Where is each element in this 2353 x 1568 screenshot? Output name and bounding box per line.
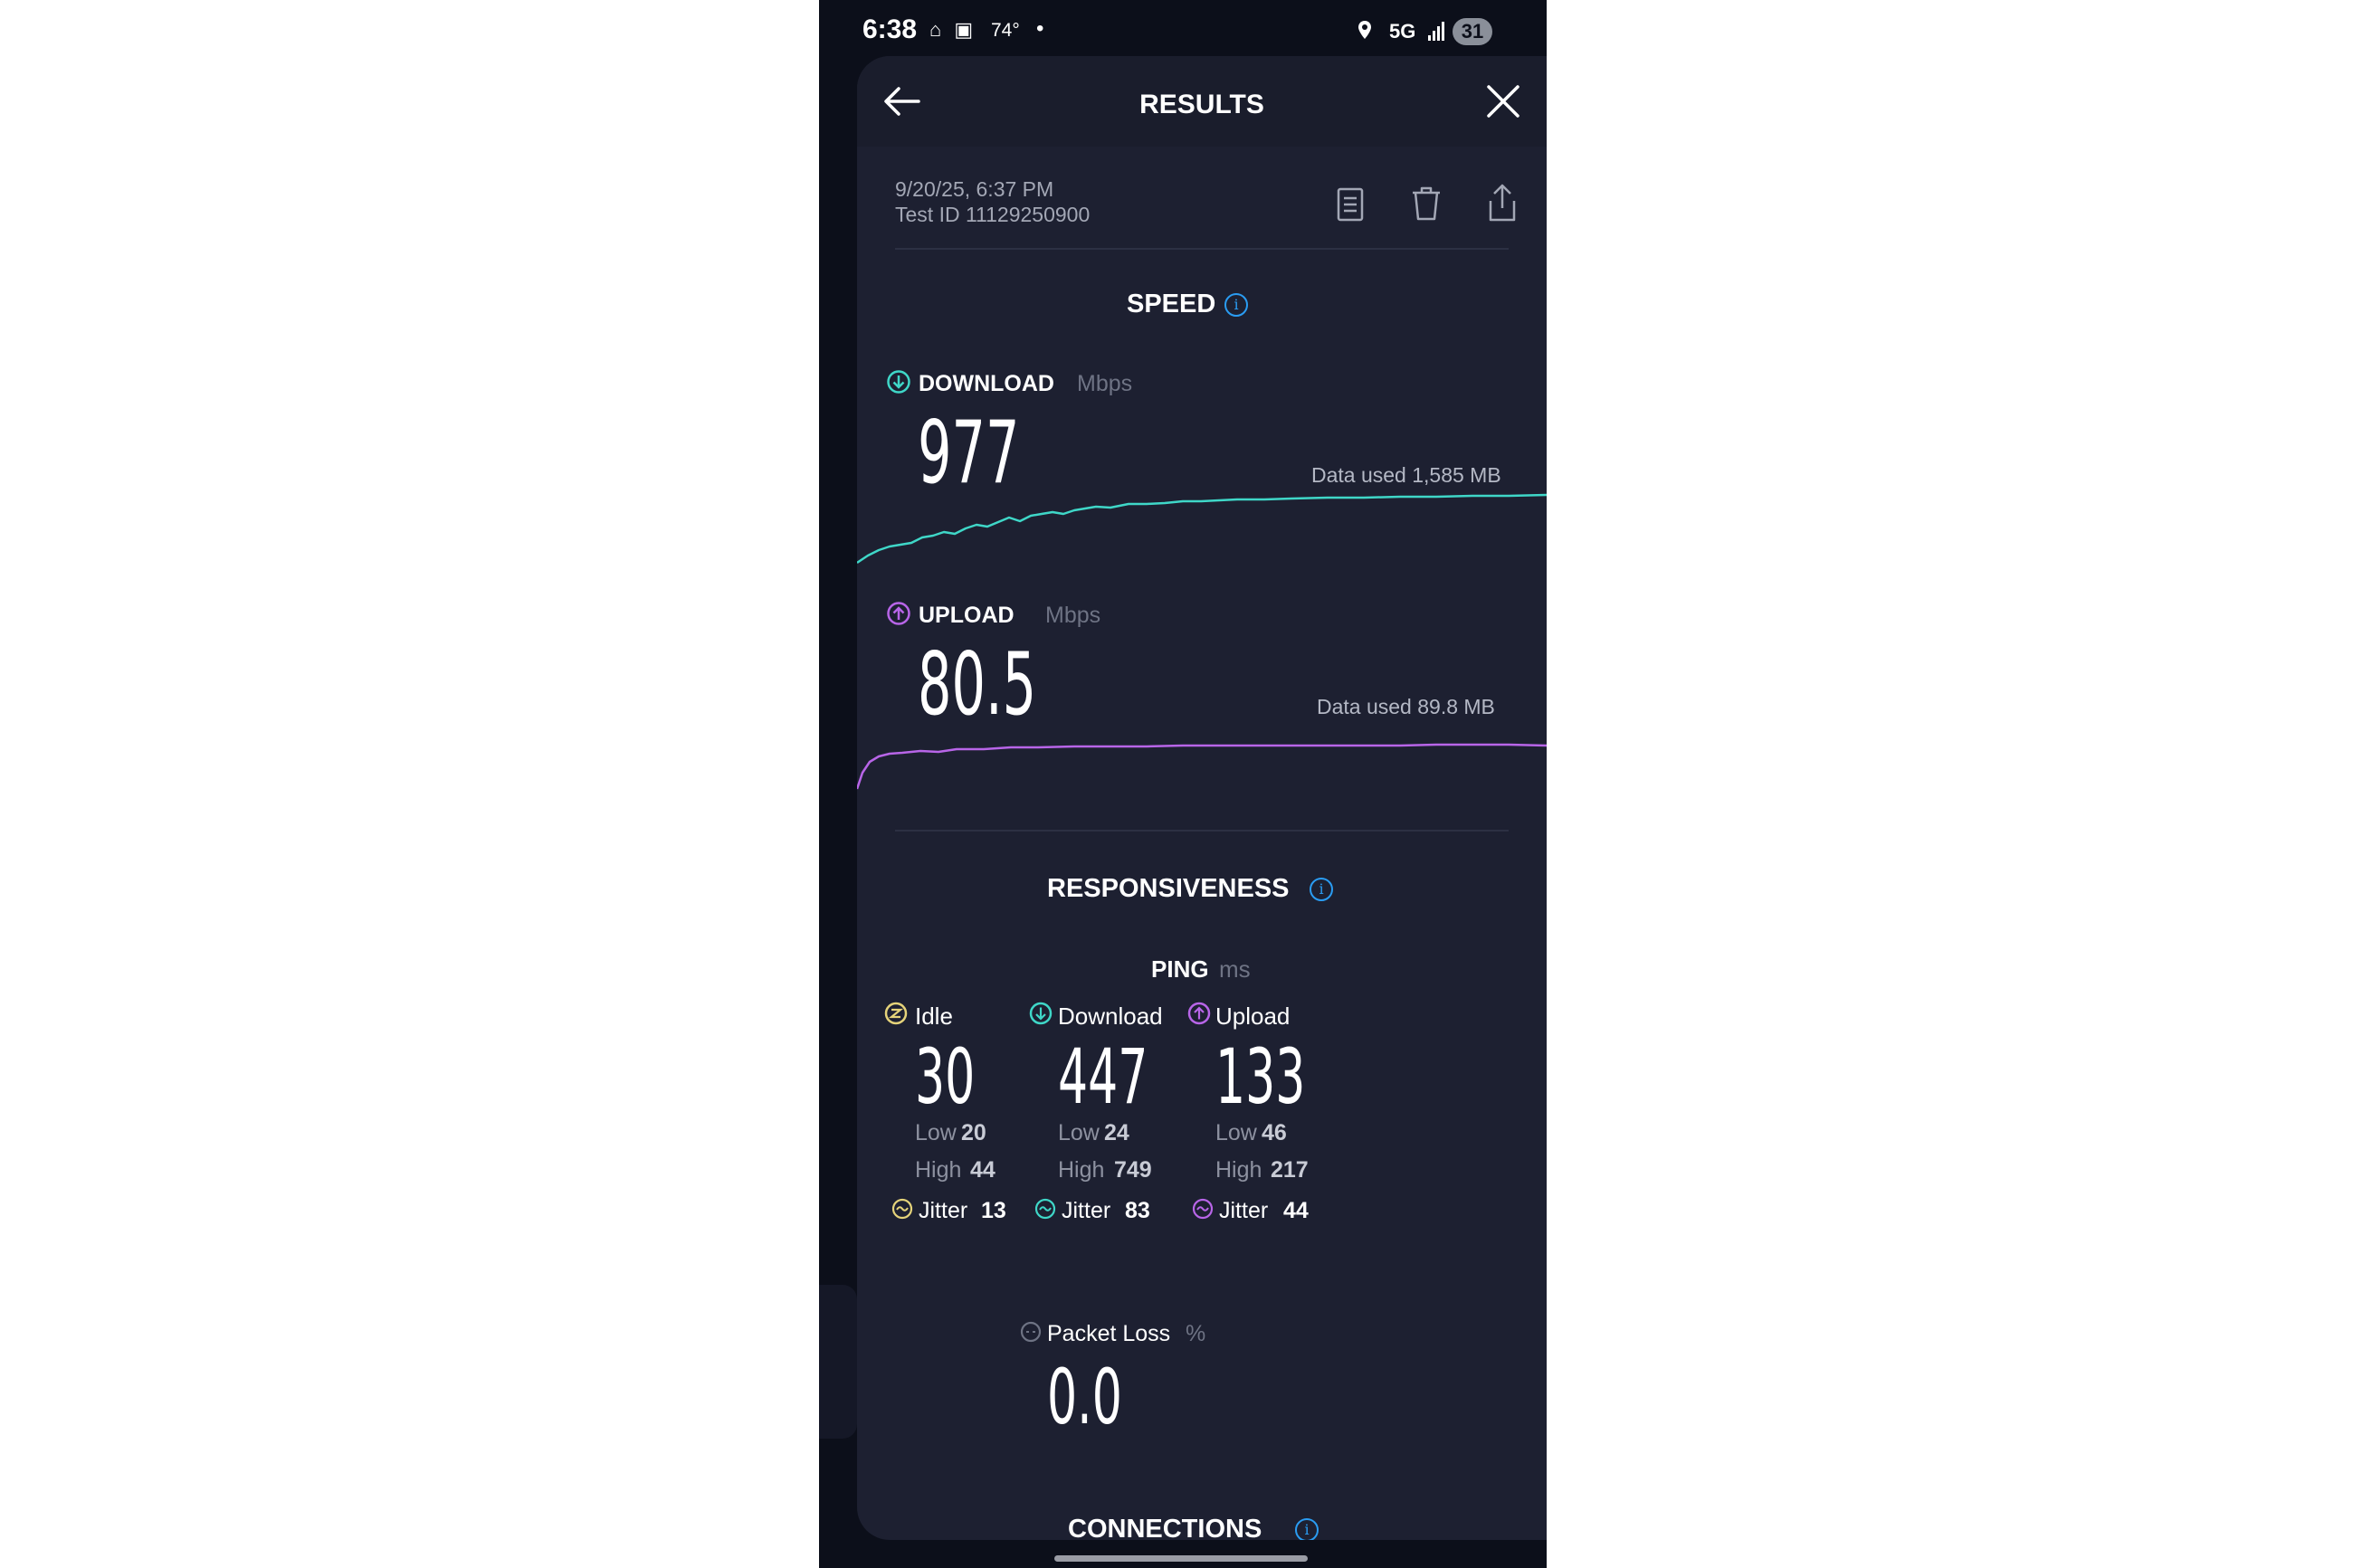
upload-jitter-value: 44	[1283, 1198, 1309, 1223]
idle-jitter-icon	[891, 1198, 913, 1220]
download-jitter-value: 83	[1125, 1198, 1150, 1223]
upload-ping-label: Upload	[1215, 1003, 1291, 1030]
results-header: RESULTS	[857, 56, 1547, 147]
upload-high-value: 217	[1271, 1157, 1309, 1183]
home-indicator[interactable]	[1054, 1555, 1308, 1562]
upload-high-label: High	[1215, 1157, 1262, 1183]
battery-indicator: 31	[1453, 18, 1492, 45]
network-type: 5G	[1389, 20, 1416, 43]
notification-icons: ⌂ ▣	[929, 18, 977, 41]
ping-label: PING	[1151, 955, 1209, 983]
download-low-label: Low	[1058, 1120, 1100, 1145]
packet-loss-value: 0.0	[1047, 1353, 1122, 1441]
responsiveness-title: RESPONSIVENESS	[1047, 874, 1290, 903]
idle-low-label: Low	[915, 1120, 957, 1145]
upload-icon	[887, 602, 910, 625]
packet-loss-label: Packet Loss	[1047, 1321, 1171, 1346]
divider	[895, 830, 1509, 832]
divider	[895, 248, 1509, 250]
background-app-edge	[819, 1285, 857, 1439]
status-time: 6:38	[862, 14, 918, 44]
packet-loss-icon	[1020, 1321, 1042, 1343]
connections-info-icon[interactable]: i	[1295, 1518, 1319, 1540]
download-ping-icon	[1029, 1002, 1053, 1025]
idle-high-label: High	[915, 1157, 962, 1183]
download-high-label: High	[1058, 1157, 1105, 1183]
download-jitter-icon	[1034, 1198, 1056, 1220]
upload-low-label: Low	[1215, 1120, 1257, 1145]
results-list-icon[interactable]	[1337, 187, 1364, 222]
connections-title: CONNECTIONS	[1068, 1515, 1262, 1540]
phone-screen: 6:38 ⌂ ▣ 74° • 5G 31 RESULTS 9/20/25, 6:…	[819, 0, 1547, 1568]
idle-jitter-label: Jitter	[919, 1198, 968, 1223]
trash-icon[interactable]	[1411, 185, 1442, 222]
idle-high-value: 44	[970, 1157, 996, 1183]
download-label: DOWNLOAD	[919, 371, 1054, 396]
status-bar: 6:38 ⌂ ▣ 74° • 5G 31	[819, 0, 1547, 63]
page-title: RESULTS	[1139, 90, 1264, 119]
download-jitter-label: Jitter	[1062, 1198, 1111, 1223]
share-icon[interactable]	[1487, 183, 1518, 223]
upload-ping-icon	[1187, 1002, 1211, 1025]
speed-title: SPEED	[1127, 290, 1216, 318]
upload-ping-value: 133	[1215, 1032, 1306, 1121]
test-datetime: 9/20/25, 6:37 PM	[895, 177, 1054, 201]
status-temperature: 74°	[991, 20, 1020, 41]
location-icon	[1358, 21, 1371, 39]
speed-info-icon[interactable]: i	[1224, 293, 1248, 317]
upload-low-value: 46	[1262, 1120, 1287, 1145]
packet-loss-unit: %	[1186, 1321, 1206, 1346]
upload-label: UPLOAD	[919, 603, 1015, 628]
upload-jitter-label: Jitter	[1219, 1198, 1269, 1223]
close-icon[interactable]	[1485, 83, 1521, 119]
idle-label: Idle	[915, 1003, 953, 1030]
upload-jitter-icon	[1192, 1198, 1214, 1220]
download-ping-label: Download	[1058, 1003, 1163, 1030]
download-low-value: 24	[1104, 1120, 1129, 1145]
idle-icon	[884, 1002, 908, 1025]
responsiveness-info-icon[interactable]: i	[1310, 878, 1333, 901]
upload-unit: Mbps	[1045, 603, 1101, 628]
download-ping-value: 447	[1058, 1032, 1148, 1121]
upload-data-used: Data used 89.8 MB	[1317, 695, 1495, 718]
ping-unit: ms	[1219, 955, 1251, 983]
idle-low-value: 20	[961, 1120, 986, 1145]
download-icon	[887, 370, 910, 394]
upload-speed-graph	[857, 743, 1547, 790]
download-speed-graph	[857, 493, 1547, 565]
download-high-value: 749	[1114, 1157, 1152, 1183]
idle-jitter-value: 13	[981, 1198, 1006, 1223]
results-panel: RESULTS 9/20/25, 6:37 PM Test ID 1112925…	[857, 56, 1547, 1540]
test-id: Test ID 11129250900	[895, 203, 1091, 226]
status-dot: •	[1036, 16, 1044, 41]
download-unit: Mbps	[1077, 371, 1133, 396]
signal-icon	[1428, 22, 1444, 41]
idle-ping-value: 30	[915, 1032, 976, 1121]
